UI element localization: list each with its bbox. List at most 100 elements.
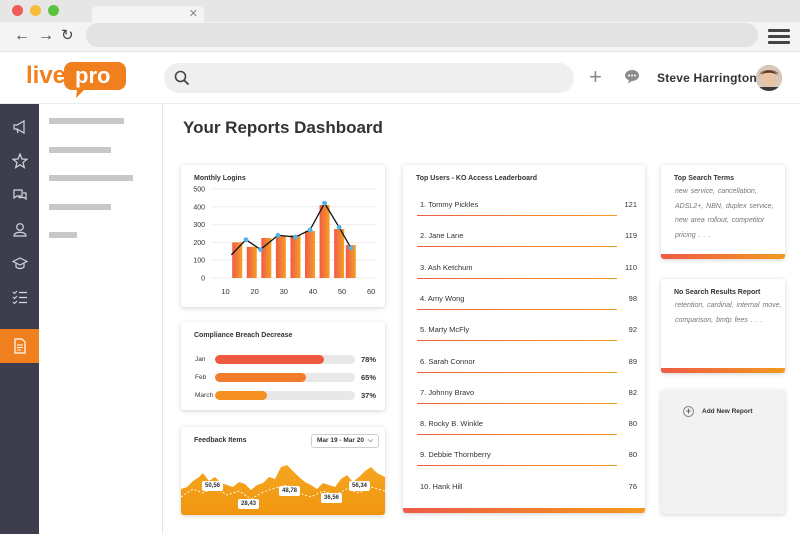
sub-navigation	[39, 104, 163, 534]
leaderboard-user-name: 4. Amy Wong	[420, 293, 465, 303]
row-divider	[417, 215, 617, 216]
x-tick-label: 10	[221, 287, 229, 296]
top-search-terms-card[interactable]: Top Search Terms new service, cancellati…	[661, 165, 785, 259]
leaderboard-score: 92	[628, 325, 637, 335]
rail-item-checklists[interactable]	[0, 280, 39, 314]
feedback-value-label: 36,56	[321, 493, 343, 503]
logins-data-point	[348, 245, 354, 251]
leaderboard-score: 80	[628, 419, 637, 429]
rail-item-learning[interactable]	[0, 246, 39, 280]
top-search-terms-list: new service, cancellation, ADSL2+, NBN, …	[675, 188, 774, 239]
rail-item-messages[interactable]	[0, 178, 39, 212]
leaderboard-row[interactable]: 3. Ash Ketchum 110	[417, 256, 637, 287]
search-input[interactable]	[198, 68, 558, 88]
row-divider	[417, 246, 617, 248]
url-bar[interactable]	[86, 23, 758, 47]
chat-icon[interactable]	[624, 69, 640, 84]
y-tick-label: 500	[193, 187, 205, 194]
leaderboard-score: 76	[628, 481, 637, 491]
subnav-item-placeholder[interactable]	[49, 175, 133, 181]
forward-arrow-icon[interactable]: →	[38, 25, 54, 47]
feedback-value-label: 28,43	[238, 499, 260, 509]
plus-circle-icon: +	[683, 406, 694, 417]
compliance-card[interactable]: Compliance Breach Decrease Jan 78% Feb 6…	[181, 322, 385, 410]
logins-bar	[290, 235, 301, 278]
leaderboard-row[interactable]: 1. Tommy Pickles 121	[417, 193, 637, 224]
megaphone-icon	[12, 120, 25, 134]
y-tick-label: 200	[193, 240, 205, 247]
no-search-results-list: retention, cardinal, internal move, comp…	[675, 302, 782, 324]
report-document-icon	[13, 338, 26, 354]
rail-item-announcements[interactable]	[0, 110, 39, 144]
subnav-item-placeholder[interactable]	[49, 232, 77, 238]
back-arrow-icon[interactable]: ←	[14, 25, 30, 47]
main-content: Your Reports Dashboard Monthly Logins 01…	[163, 104, 800, 534]
top-search-accent-bar	[661, 254, 785, 259]
compliance-pct-feb: 65%	[361, 373, 377, 382]
leaderboard-row[interactable]: 5. Marty McFly 92	[417, 318, 637, 349]
svg-text:pro: pro	[75, 63, 110, 88]
page-title: Your Reports Dashboard	[183, 118, 383, 137]
feedback-area-chart	[181, 465, 385, 515]
leaderboard-row[interactable]: 2. Jane Lane 119	[417, 224, 637, 255]
leaderboard-score: 82	[628, 387, 637, 397]
leaderboard-accent-bar	[403, 508, 645, 513]
monthly-logins-chart: 0 100 200 300 400 500 10 20 30 40 50 60	[193, 187, 377, 296]
minimize-window-button[interactable]	[30, 5, 41, 16]
leaderboard-card[interactable]: Top Users - KO Access Leaderboard 1. Tom…	[403, 165, 645, 513]
leaderboard-user-name: 9. Debbie Thornberry	[420, 450, 491, 460]
leaderboard-row[interactable]: 6. Sarah Connor 89	[417, 350, 637, 381]
compliance-title: Compliance Breach Decrease	[194, 332, 293, 339]
checklist-icon	[12, 290, 27, 304]
no-search-results-card[interactable]: No Search Results Report retention, card…	[661, 279, 785, 373]
rail-item-reports[interactable]	[0, 329, 39, 363]
compliance-track-march	[215, 391, 355, 400]
logins-data-point	[322, 200, 327, 206]
logins-bar	[232, 242, 243, 278]
subnav-item-placeholder[interactable]	[49, 147, 111, 153]
compliance-fill-march	[215, 391, 267, 400]
leaderboard-row[interactable]: 4. Amy Wong 98	[417, 287, 637, 318]
rail-item-favorites[interactable]	[0, 144, 39, 178]
add-new-report-card[interactable]: + Add New Report	[661, 390, 785, 514]
add-new-report-button[interactable]: + Add New Report	[683, 406, 753, 417]
row-divider	[417, 340, 617, 342]
feedback-card[interactable]: Feedback Items Mar 19 - Mar 20 ⌵ 50,56 2…	[181, 427, 385, 515]
leaderboard-row[interactable]: 7. Johnny Bravo 82	[417, 381, 637, 412]
leaderboard-row[interactable]: 10. Hank Hill 76	[417, 475, 637, 506]
browser-tab[interactable]: ✕	[92, 6, 204, 22]
compliance-fill-jan	[215, 355, 325, 364]
tab-close-icon[interactable]: ✕	[189, 6, 198, 22]
row-divider	[417, 465, 617, 467]
subnav-item-placeholder[interactable]	[49, 204, 111, 210]
maximize-window-button[interactable]	[48, 5, 59, 16]
user-avatar[interactable]	[756, 65, 782, 91]
subnav-item-placeholder[interactable]	[49, 118, 124, 124]
compliance-pct-jan: 78%	[361, 355, 377, 364]
livepro-logo[interactable]: live pro	[26, 58, 126, 100]
logins-data-point	[336, 224, 342, 230]
search-bar[interactable]	[164, 63, 574, 93]
leaderboard-row[interactable]: 8. Rocky B. Winkle 80	[417, 412, 637, 443]
leaderboard-user-name: 3. Ash Ketchum	[420, 262, 473, 272]
logins-bar	[305, 230, 316, 278]
add-icon[interactable]: +	[589, 66, 602, 88]
rail-item-profile[interactable]	[0, 212, 39, 246]
row-divider	[417, 371, 617, 373]
logins-data-point	[293, 234, 298, 240]
row-divider	[417, 308, 617, 310]
browser-menu-icon[interactable]	[768, 29, 790, 47]
top-search-terms-title: Top Search Terms	[674, 175, 735, 182]
compliance-label-jan: Jan	[195, 356, 206, 363]
graduation-cap-icon	[11, 256, 28, 269]
compliance-label-feb: Feb	[195, 374, 207, 381]
close-window-button[interactable]	[12, 5, 23, 16]
leaderboard-row[interactable]: 9. Debbie Thornberry 80	[417, 443, 637, 474]
feedback-value-label: 48,78	[279, 486, 301, 496]
x-tick-label: 50	[338, 287, 346, 296]
logins-bar	[334, 229, 345, 278]
monthly-logins-card[interactable]: Monthly Logins 0 100 200 300 400 500 10 20 30 40…	[181, 165, 385, 307]
reload-icon[interactable]: ↻	[61, 25, 74, 47]
leaderboard-score: 121	[624, 200, 637, 209]
user-name[interactable]: Steve Harrington	[657, 71, 757, 85]
